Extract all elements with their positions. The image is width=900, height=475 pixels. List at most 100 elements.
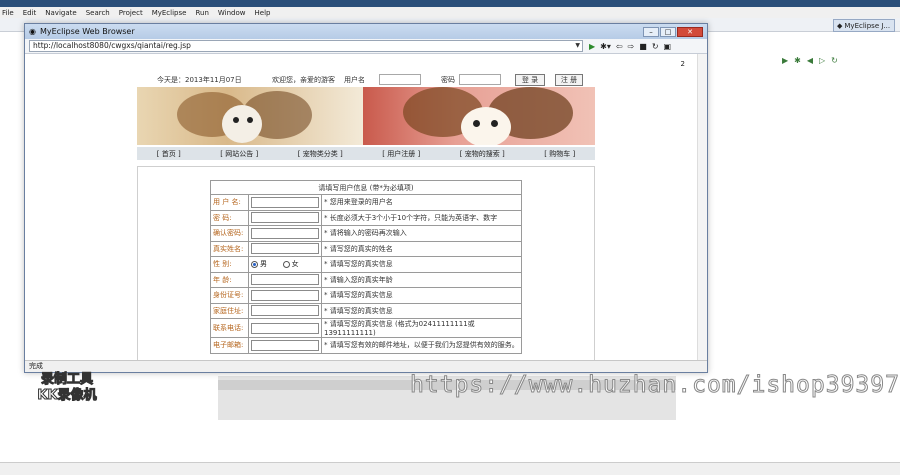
ide-menubar: File Edit Navigate Search Project MyEclipse Ru… — [0, 7, 900, 18]
form-row: 身份证号: * 请填写您的真实信息 — [210, 287, 522, 304]
form-label: 确认密码: — [210, 225, 249, 242]
form-label: 性 别: — [210, 256, 249, 273]
banner-image-right — [363, 87, 595, 145]
browser-nav-bar: http://localhost8080/cwgxs/qiantai/reg.j… — [25, 39, 707, 54]
url-field[interactable]: http://localhost8080/cwgxs/qiantai/reg.j… — [29, 40, 583, 52]
form-header: 请填写用户信息 (带*为必填项) — [210, 180, 522, 195]
site-topbar: 今天是：2013年11月07日 欢迎您，亲爱的游客 用户名 密码 登 录 注 册 — [137, 74, 595, 86]
browser-title: MyEclipse Web Browser — [39, 27, 135, 36]
form-hint: * 长度必须大于3个小于10个字符，只能为英语字、数字 — [321, 209, 522, 226]
address-field[interactable] — [251, 305, 319, 317]
nav-cart[interactable]: [ 购物车 ] — [544, 149, 575, 159]
date-text: 今天是：2013年11月07日 — [157, 76, 242, 84]
password-input[interactable] — [459, 74, 501, 85]
form-row: 确认密码: * 请将输入的密码再次输入 — [210, 225, 522, 242]
menu-item-navigate[interactable]: Navigate — [45, 9, 76, 17]
form-hint: * 请填写您的真实信息 (格式为02411111111或13911111111) — [321, 318, 522, 338]
confirm-password-field[interactable] — [251, 227, 319, 239]
back-icon[interactable]: ◀ — [807, 56, 813, 65]
menu-item-project[interactable]: Project — [119, 9, 143, 17]
form-label: 真实姓名: — [210, 240, 249, 257]
form-row: 密 码: * 长度必须大于3个小于10个字符，只能为英语字、数字 — [210, 209, 522, 226]
ide-title-bar — [0, 0, 900, 7]
debug-icon[interactable]: ✱ — [794, 56, 801, 65]
chevron-down-icon[interactable]: ▼ — [575, 41, 580, 51]
ide-right-toolbar: ▶ ✱ ◀ ▷ ↻ — [782, 54, 900, 66]
gender-male-radio[interactable] — [251, 260, 258, 268]
form-row: 用 户 名: * 您用来登录的用户名 — [210, 194, 522, 211]
go-icon[interactable]: ▶ — [589, 42, 595, 51]
browser-scrollbar[interactable] — [697, 54, 707, 362]
logo-line1: 录制工具 — [40, 372, 93, 388]
maximize-button[interactable]: □ — [660, 26, 676, 37]
refresh-icon[interactable]: ↻ — [652, 42, 659, 51]
login-button[interactable]: 登 录 — [515, 74, 545, 86]
registration-form: 请填写用户信息 (带*为必填项) 用 户 名: * 您用来登录的用户名 密 码:… — [210, 180, 522, 354]
nav-notice[interactable]: [ 网站公告 ] — [220, 149, 258, 159]
gender-radio-group: 男 女 — [248, 256, 322, 273]
stop-icon[interactable]: ■ — [639, 42, 647, 51]
gender-male-label: 男 — [260, 260, 267, 269]
gender-female-radio[interactable] — [282, 260, 290, 268]
perspective-label: MyEclipse J... — [844, 21, 891, 30]
ide-left-panel — [0, 32, 22, 372]
form-hint: * 请填写您的真实信息 — [321, 287, 522, 304]
form-label: 年 龄: — [210, 271, 249, 288]
form-hint: * 请填写您有效的邮件地址，以便于我们为您提供有效的服务。 — [321, 337, 522, 354]
menu-item-myeclipse[interactable]: MyEclipse — [152, 9, 187, 17]
password-label: 密码 — [441, 76, 455, 84]
browser-title-bar: ◉ MyEclipse Web Browser – □ ✕ — [25, 24, 707, 39]
form-label: 用 户 名: — [210, 194, 249, 211]
menu-item-file[interactable]: File — [2, 9, 14, 17]
age-field[interactable] — [251, 274, 319, 286]
run-icon[interactable]: ▶ — [782, 56, 788, 65]
id-number-field[interactable] — [251, 289, 319, 301]
web-page: 2 今天是：2013年11月07日 欢迎您，亲爱的游客 用户名 密码 登 录 注… — [25, 54, 699, 362]
logo-line2: KK录像机 — [37, 388, 97, 404]
menu-item-search[interactable]: Search — [86, 9, 110, 17]
form-hint: * 请将输入的密码再次输入 — [321, 225, 522, 242]
refresh-icon[interactable]: ↻ — [831, 56, 838, 65]
form-row: 联系电话: * 请填写您的真实信息 (格式为02411111111或139111… — [210, 318, 522, 338]
url-watermark: https://www.huzhan.com/ishop39397 — [410, 372, 900, 399]
ide-perspective-tab[interactable]: ◆ MyEclipse J... — [833, 19, 895, 32]
site-nav: [ 首页 ] [ 网站公告 ] [ 宠物类分类 ] [ 用户注册 ] [ 宠物的… — [137, 147, 595, 160]
real-name-field[interactable] — [251, 243, 319, 255]
email-field[interactable] — [251, 339, 319, 351]
form-row: 家庭住址: * 请填写您的真实信息 — [210, 302, 522, 319]
ide-status-bar — [0, 462, 900, 475]
settings-icon[interactable]: ✱▾ — [600, 42, 611, 51]
forward-icon[interactable]: ▷ — [819, 56, 825, 65]
nav-categories[interactable]: [ 宠物类分类 ] — [298, 149, 343, 159]
menu-item-run[interactable]: Run — [195, 9, 208, 17]
form-row: 性 别: 男 女 * 请填写您的真实信息 — [210, 256, 522, 273]
form-hint: * 请写您的真实的姓名 — [321, 240, 522, 257]
form-hint: * 请输入您的真实年龄 — [321, 271, 522, 288]
menu-item-help[interactable]: Help — [255, 9, 271, 17]
register-button[interactable]: 注 册 — [555, 74, 583, 86]
view-source-icon[interactable]: ▣ — [664, 42, 672, 51]
nav-register[interactable]: [ 用户注册 ] — [382, 149, 420, 159]
form-hint: * 您用来登录的用户名 — [321, 194, 522, 211]
form-label: 密 码: — [210, 209, 249, 226]
username-input[interactable] — [379, 74, 421, 85]
banner-image-left — [137, 87, 363, 145]
username-field[interactable] — [251, 196, 319, 208]
browser-window: ◉ MyEclipse Web Browser – □ ✕ http://loc… — [24, 23, 708, 373]
gender-female-label: 女 — [291, 260, 299, 269]
myeclipse-icon: ◆ — [837, 21, 843, 30]
form-row: 电子邮箱: * 请填写您有效的邮件地址，以便于我们为您提供有效的服务。 — [210, 337, 522, 354]
page-number: 2 — [680, 60, 685, 68]
menu-item-window[interactable]: Window — [218, 9, 246, 17]
phone-field[interactable] — [251, 322, 319, 334]
close-button[interactable]: ✕ — [677, 26, 703, 37]
back-icon[interactable]: ⇦ — [616, 42, 623, 51]
password-field[interactable] — [251, 212, 319, 224]
welcome-text: 欢迎您，亲爱的游客 — [272, 76, 335, 84]
nav-search[interactable]: [ 宠物的搜索 ] — [460, 149, 505, 159]
menu-item-edit[interactable]: Edit — [23, 9, 37, 17]
forward-icon[interactable]: ⇨ — [628, 42, 635, 51]
username-label: 用户名 — [344, 76, 365, 84]
nav-home[interactable]: [ 首页 ] — [157, 149, 181, 159]
minimize-button[interactable]: – — [643, 26, 659, 37]
